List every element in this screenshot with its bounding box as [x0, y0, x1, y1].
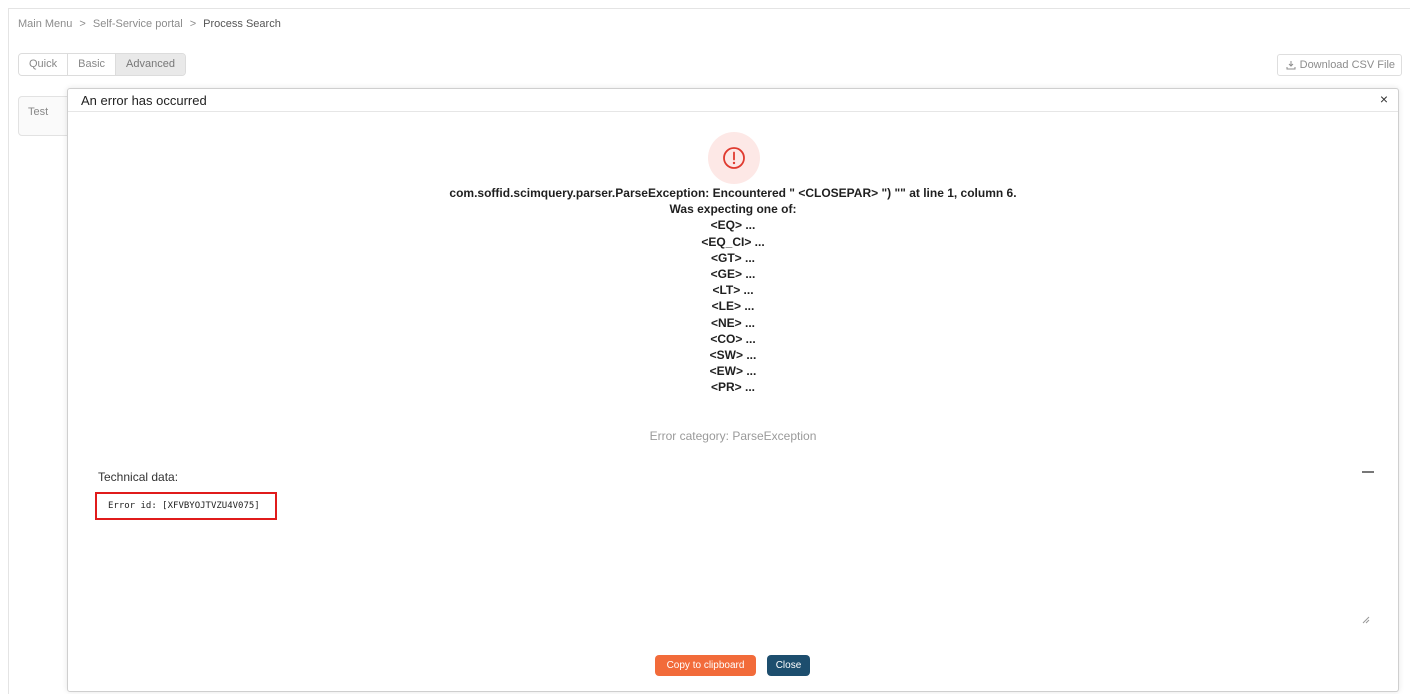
download-icon: [1286, 60, 1296, 70]
error-message-line: <GE> ...: [710, 267, 756, 282]
error-message-line: <EW> ...: [709, 364, 757, 379]
resize-handle-icon[interactable]: [1362, 611, 1370, 629]
close-button[interactable]: Close: [767, 655, 810, 676]
download-csv-button[interactable]: Download CSV File: [1276, 54, 1402, 76]
tab-advanced[interactable]: Advanced: [116, 54, 185, 75]
background-panel-label: Test: [28, 106, 49, 118]
breadcrumb-main-menu[interactable]: Main Menu: [18, 18, 72, 30]
dialog-header: An error has occurred ×: [68, 89, 1398, 112]
error-message-line: <GT> ...: [710, 250, 755, 265]
download-csv-label: Download CSV File: [1299, 59, 1395, 71]
search-mode-tabs: Quick Basic Advanced: [18, 53, 186, 76]
copy-to-clipboard-button[interactable]: Copy to clipboard: [655, 655, 756, 676]
error-message-line: <PR> ...: [710, 380, 756, 395]
error-message-line: <EQ> ...: [710, 218, 756, 233]
error-message-line: <LT> ...: [712, 283, 754, 298]
technical-data-label: Technical data:: [98, 470, 179, 484]
technical-data-textarea[interactable]: Error id: [XFVBYOJTVZU4V075]: [95, 492, 277, 520]
error-message-line: <NE> ...: [710, 315, 756, 330]
error-id-text: Error id: [XFVBYOJTVZU4V075]: [108, 501, 260, 511]
error-message-line: <SW> ...: [709, 348, 757, 363]
error-message-line: <LE> ...: [711, 299, 755, 314]
breadcrumb-separator: >: [189, 18, 197, 30]
error-message-line: Was expecting one of:: [669, 202, 797, 217]
breadcrumb-self-service[interactable]: Self-Service portal: [93, 18, 183, 30]
error-category: Error category: ParseException: [649, 429, 817, 443]
breadcrumb: Main Menu > Self-Service portal > Process Se…: [18, 18, 281, 30]
error-message-line: <EQ_CI> ...: [701, 234, 765, 249]
error-message-line: <CO> ...: [710, 331, 756, 346]
error-message-line: com.soffid.scimquery.parser.ParseExcepti…: [449, 186, 1017, 200]
error-icon: [708, 132, 760, 184]
dialog-title: An error has occurred: [81, 93, 207, 108]
error-dialog: An error has occurred × com.soffid.scimq…: [67, 88, 1399, 692]
close-icon[interactable]: ×: [1380, 91, 1388, 107]
tab-basic[interactable]: Basic: [68, 54, 117, 75]
breadcrumb-separator: >: [79, 18, 86, 30]
collapse-icon[interactable]: [1362, 471, 1374, 473]
tab-quick[interactable]: Quick: [19, 54, 69, 75]
error-message: com.soffid.scimquery.parser.ParseExcepti…: [68, 185, 1398, 396]
breadcrumb-current: Process Search: [203, 18, 281, 30]
